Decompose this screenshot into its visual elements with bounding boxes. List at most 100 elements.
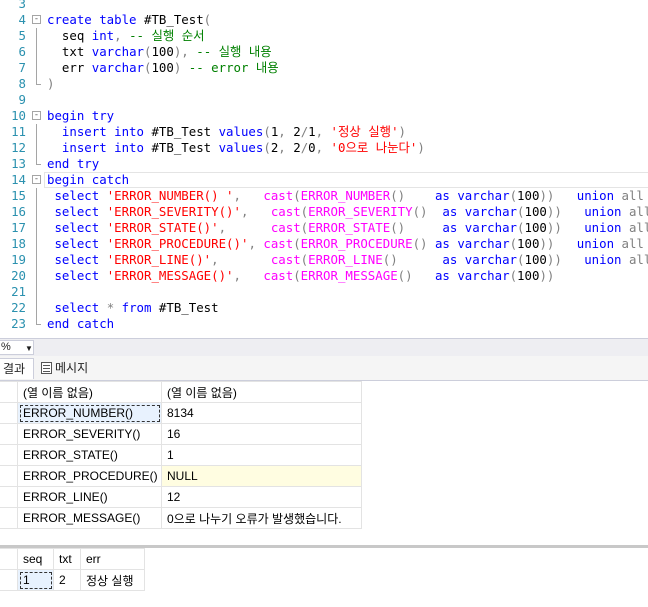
row-header-corner[interactable] <box>0 548 18 570</box>
grid-cell[interactable]: 8134 <box>161 402 362 424</box>
line-number: 20 <box>11 268 26 283</box>
code-text: ) <box>47 76 54 92</box>
code-line[interactable]: 3 <box>0 0 648 12</box>
code-token: 100 <box>524 252 547 267</box>
grid-cell[interactable]: 1 <box>17 569 54 591</box>
code-line[interactable]: 23 end catch <box>0 316 648 332</box>
result-grid-2[interactable]: seq txt err 1 2 정상 실행 <box>0 548 145 591</box>
code-line[interactable]: 14- begin catch <box>0 172 648 188</box>
code-token: 100 <box>524 204 547 219</box>
collapse-icon[interactable]: - <box>32 111 41 120</box>
code-token: union <box>584 204 629 219</box>
grid-header-row: seq txt err <box>0 548 145 570</box>
grid-cell[interactable]: 1 <box>161 444 362 466</box>
code-token: )) <box>546 220 585 235</box>
code-line[interactable]: 11 insert into #TB_Test values(1, 2/1, '… <box>0 124 648 140</box>
line-number: 17 <box>11 220 26 235</box>
grid-cell-null[interactable]: NULL <box>161 465 362 487</box>
tab-results[interactable]: 결과 <box>0 358 34 379</box>
code-token: '0으로 나눈다' <box>330 140 418 155</box>
row-header[interactable] <box>0 402 18 424</box>
line-number: 7 <box>18 60 26 75</box>
code-line[interactable]: 13 end try <box>0 156 648 172</box>
code-text: select 'ERROR_MESSAGE()', cast(ERROR_MES… <box>47 268 554 284</box>
code-line[interactable]: 4- create table #TB_Test( <box>0 12 648 28</box>
code-line[interactable]: 22 select * from #TB_Test <box>0 300 648 316</box>
code-token: select <box>54 236 107 251</box>
code-token: ) <box>417 140 425 155</box>
code-line[interactable]: 15 select 'ERROR_NUMBER() ', cast(ERROR_… <box>0 188 648 204</box>
code-token: from <box>121 300 159 315</box>
code-token: union <box>584 252 629 267</box>
code-line[interactable]: 10- begin try <box>0 108 648 124</box>
code-line[interactable]: 5 seq int, -- 실행 순서 <box>0 28 648 44</box>
code-text: seq int, -- 실행 순서 <box>47 28 205 44</box>
grid-cell[interactable]: 12 <box>161 486 362 508</box>
code-token: as varchar <box>434 188 510 203</box>
code-line[interactable]: 20 select 'ERROR_MESSAGE()', cast(ERROR_… <box>0 268 648 284</box>
code-token: , <box>233 188 264 203</box>
code-line[interactable]: 8) <box>0 76 648 92</box>
table-row: ERROR_NUMBER() 8134 <box>0 402 362 424</box>
code-lines: 3 4- create table #TB_Test(5 seq int, -- 실… <box>0 0 648 332</box>
code-token: all <box>621 236 644 251</box>
code-line[interactable]: 17 select 'ERROR_STATE()', cast(ERROR_ST… <box>0 220 648 236</box>
outline-guide <box>36 44 37 60</box>
grid-cell[interactable]: ERROR_SEVERITY() <box>17 423 162 445</box>
row-header[interactable] <box>0 507 18 529</box>
code-text: select 'ERROR_NUMBER() ', cast(ERROR_NUM… <box>47 188 643 204</box>
grid-cell[interactable]: 0으로 나누기 오류가 발생했습니다. <box>161 507 362 529</box>
row-header[interactable] <box>0 423 18 445</box>
collapse-icon[interactable]: - <box>32 175 41 184</box>
grid-cell[interactable]: 정상 실행 <box>80 569 145 591</box>
column-header[interactable]: txt <box>53 548 81 570</box>
row-header[interactable] <box>0 569 18 591</box>
grid-cell[interactable]: 16 <box>161 423 362 445</box>
code-token: 'ERROR_MESSAGE()' <box>106 268 234 283</box>
code-token: varchar <box>91 44 144 59</box>
grid-cell[interactable]: ERROR_NUMBER() <box>17 402 162 424</box>
line-number: 5 <box>18 28 26 43</box>
code-text: end try <box>47 156 99 172</box>
code-token: insert into <box>61 140 152 155</box>
code-token: -- 실행 순서 <box>129 28 205 43</box>
tab-messages[interactable]: 메시지 <box>37 358 88 379</box>
code-line[interactable]: 12 insert into #TB_Test values(2, 2/0, '… <box>0 140 648 156</box>
chevron-down-icon: ▼ <box>25 344 33 353</box>
query-editor[interactable]: 3 4- create table #TB_Test(5 seq int, -- 실… <box>0 0 648 338</box>
grid-cell[interactable]: ERROR_PROCEDURE() <box>17 465 162 487</box>
code-line[interactable]: 16 select 'ERROR_SEVERITY()', cast(ERROR… <box>0 204 648 220</box>
column-header[interactable]: (열 이름 없음) <box>17 381 162 403</box>
code-token: () <box>412 204 443 219</box>
code-token: cast <box>270 252 301 267</box>
collapse-icon[interactable]: - <box>32 15 41 24</box>
code-line[interactable]: 6 txt varchar(100), -- 실행 내용 <box>0 44 648 60</box>
zoom-dropdown[interactable]: % ▼ <box>0 340 34 355</box>
grid-cell[interactable]: ERROR_STATE() <box>17 444 162 466</box>
row-header[interactable] <box>0 444 18 466</box>
row-header[interactable] <box>0 465 18 487</box>
code-text: insert into #TB_Test values(1, 2/1, '정상 … <box>47 124 406 140</box>
column-header[interactable]: seq <box>17 548 54 570</box>
line-number: 12 <box>11 140 26 155</box>
column-header[interactable]: err <box>80 548 145 570</box>
code-token: , <box>211 252 271 267</box>
code-token: varchar <box>91 60 144 75</box>
code-line[interactable]: 9 <box>0 92 648 108</box>
code-token: ( <box>509 236 518 251</box>
code-line[interactable]: 19 select 'ERROR_LINE()', cast(ERROR_LIN… <box>0 252 648 268</box>
code-line[interactable]: 21 <box>0 284 648 300</box>
grid-cell[interactable]: ERROR_LINE() <box>17 486 162 508</box>
code-line[interactable]: 7 err varchar(100) -- error 내용 <box>0 60 648 76</box>
code-token: () <box>390 188 435 203</box>
code-text: select 'ERROR_LINE()', cast(ERROR_LINE()… <box>47 252 648 268</box>
result-grid-1[interactable]: (열 이름 없음) (열 이름 없음) ERROR_NUMBER() 8134 … <box>0 381 362 529</box>
grid-cell[interactable]: 2 <box>53 569 81 591</box>
row-header-corner[interactable] <box>0 381 18 403</box>
code-line[interactable]: 18 select 'ERROR_PROCEDURE()', cast(ERRO… <box>0 236 648 252</box>
row-header[interactable] <box>0 486 18 508</box>
grid-cell[interactable]: ERROR_MESSAGE() <box>17 507 162 529</box>
column-header[interactable]: (열 이름 없음) <box>161 381 362 403</box>
